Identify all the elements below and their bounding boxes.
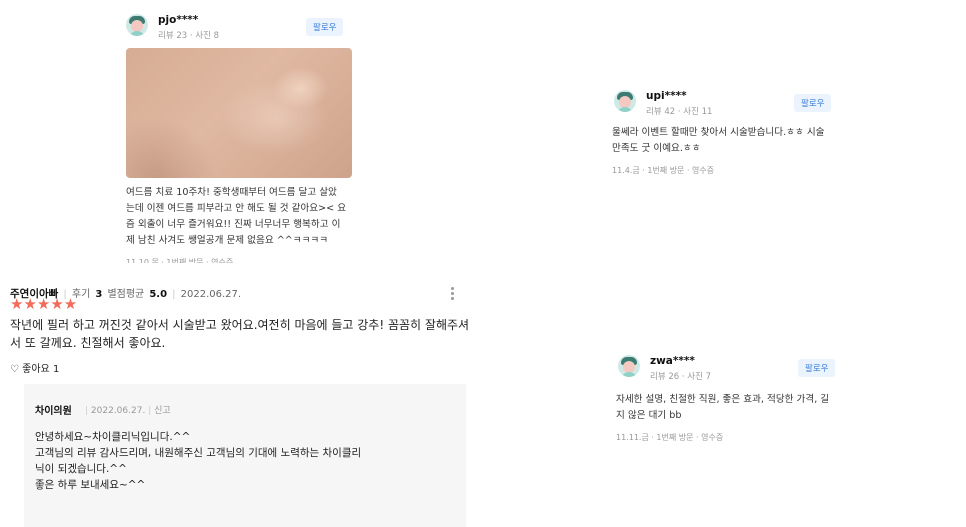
reviewer-meta: 리뷰 23 · 사진 8 bbox=[158, 31, 220, 41]
divider: | bbox=[172, 289, 176, 300]
owner-reply: 차이의원 | 2022.06.27. | 신고 안녕하세요~차이클리닉입니다.^… bbox=[24, 384, 466, 527]
reviewer-meta: 리뷰 26 · 사진 7 bbox=[650, 372, 712, 382]
review-text: 여드름 치료 10주차! 중학생때부터 여드름 달고 살았 는데 이젠 여드름 … bbox=[126, 187, 347, 246]
nickname[interactable]: pjo**** bbox=[158, 14, 198, 26]
review-footer: 11.10.목 · 1번째 방문 · 영수증 bbox=[126, 258, 234, 263]
like-button[interactable]: ♡ 좋아요 1 bbox=[10, 360, 59, 375]
like-count: 1 bbox=[52, 364, 60, 375]
avg-label: 별점평균 bbox=[107, 289, 145, 300]
follow-button[interactable]: 팔로우 bbox=[794, 94, 832, 112]
review-footer: 11.4.금 · 1번째 방문 · 영수증 bbox=[612, 166, 715, 175]
avg-rating: 5.0 bbox=[149, 289, 168, 300]
avatar[interactable] bbox=[126, 14, 148, 36]
follow-button[interactable]: 팔로우 bbox=[306, 18, 344, 36]
review-text: 울쎄라 이벤트 할때만 찾아서 시술받습니다.ㅎㅎ 시술 만족도 굿 이예요.ㅎ… bbox=[612, 127, 825, 154]
review-footer: 11.11.금 · 1번째 방문 · 영수증 bbox=[616, 433, 724, 442]
nickname[interactable]: zwa**** bbox=[650, 355, 695, 367]
reply-author: 차이의원 bbox=[35, 406, 72, 417]
report-link[interactable]: 신고 bbox=[154, 406, 171, 416]
reviewer-meta: 리뷰 42 · 사진 11 bbox=[646, 107, 713, 117]
review-photo[interactable] bbox=[126, 48, 352, 178]
review-text: 자세한 설명, 친절한 직원, 좋은 효과, 적당한 가격, 길 지 않은 대기… bbox=[616, 394, 830, 421]
main-review-text: 작년에 필러 하고 꺼진것 같아서 시술받고 왔어요.여전히 마음에 들고 강추… bbox=[10, 318, 470, 350]
nickname[interactable]: upi**** bbox=[646, 90, 687, 102]
reply-text: 안녕하세요~차이클리닉입니다.^^ 고객님의 리뷰 감사드리며, 내원해주신 고… bbox=[35, 431, 362, 491]
avatar[interactable] bbox=[614, 90, 636, 112]
review-card-zwa: zwa**** 리뷰 26 · 사진 7 팔로우 bbox=[618, 355, 844, 395]
reply-date: 2022.06.27. bbox=[90, 406, 146, 416]
more-options-icon[interactable] bbox=[451, 285, 455, 302]
review-count: 3 bbox=[95, 289, 103, 300]
heart-icon: ♡ bbox=[10, 364, 19, 375]
like-label: 좋아요 bbox=[22, 364, 50, 375]
star-rating: ★★★★★ bbox=[10, 295, 78, 313]
reply-meta: | 2022.06.27. | 신고 bbox=[85, 406, 171, 416]
review-date: 2022.06.27. bbox=[180, 289, 242, 300]
avatar[interactable] bbox=[618, 355, 640, 377]
follow-button[interactable]: 팔로우 bbox=[798, 359, 836, 377]
